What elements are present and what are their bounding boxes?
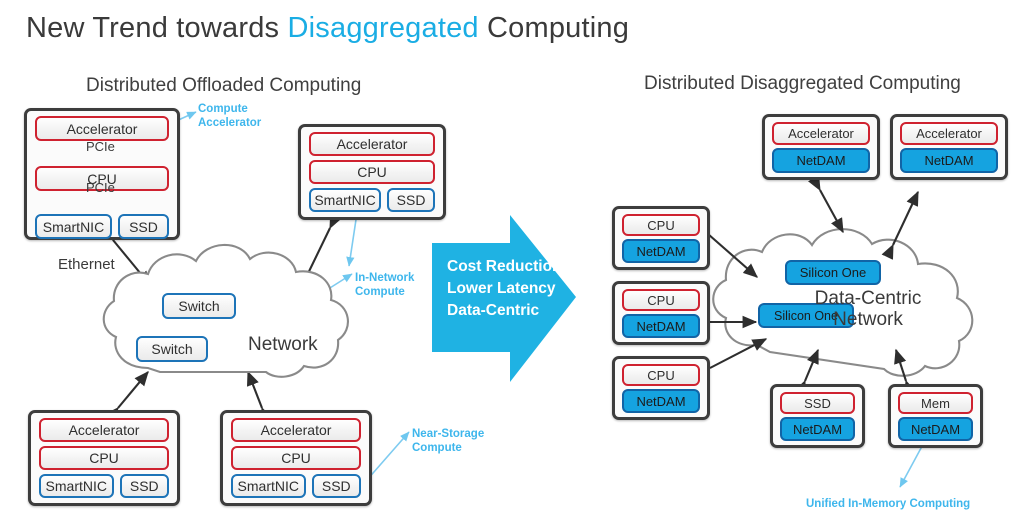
node-accelerator-netdam-1[interactable]: Accelerator NetDAM	[762, 114, 880, 180]
callout-near-storage-compute: Near-Storage Compute	[412, 428, 484, 455]
chip-netdam[interactable]: NetDAM	[772, 148, 870, 173]
chip-netdam[interactable]: NetDAM	[622, 314, 700, 338]
callout-line: Compute	[355, 285, 405, 298]
callout-line: In-Network	[355, 272, 415, 284]
chip-ssd[interactable]: SSD	[780, 392, 855, 414]
chip-netdam[interactable]: NetDAM	[622, 389, 700, 413]
ethernet-label: Ethernet	[58, 256, 115, 273]
cloud-label-line: Data-Centric	[814, 288, 922, 309]
chip-smartnic[interactable]: SmartNIC	[309, 188, 382, 212]
page-title-after: Computing	[478, 12, 630, 44]
callout-compute-accelerator: Compute Accelerator	[198, 103, 261, 130]
callout-line: Near-Storage	[412, 428, 485, 440]
chip-accelerator[interactable]: Accelerator	[309, 132, 435, 156]
chip-mem[interactable]: Mem	[898, 392, 973, 414]
page-title-before: New Trend towards	[26, 12, 288, 44]
node-ssd-netdam[interactable]: SSD NetDAM	[770, 384, 865, 448]
callout-line: Accelerator	[198, 116, 262, 129]
node-cpu-netdam-1[interactable]: CPU NetDAM	[612, 206, 710, 270]
chip-cpu[interactable]: CPU	[622, 214, 700, 236]
chip-netdam[interactable]: NetDAM	[780, 417, 855, 441]
arrow-text-line: Lower Latency	[447, 280, 556, 297]
silicon-one-box-1[interactable]: Silicon One	[785, 260, 881, 285]
chip-accelerator[interactable]: Accelerator	[900, 122, 998, 145]
callout-line: Compute	[198, 103, 248, 115]
cloud-label-line: Network	[833, 309, 903, 331]
callout-line: Compute	[412, 441, 462, 454]
diagram-canvas: New Trend towards Disaggregated Computin…	[0, 0, 1024, 517]
network-cloud-label: Network	[248, 334, 318, 355]
chip-accelerator[interactable]: Accelerator	[35, 116, 169, 141]
callout-in-network-compute: In-Network Compute	[355, 272, 414, 299]
arrow-text-line: Data-Centric	[447, 302, 540, 319]
left-panel-title: Distributed Offloaded Computing	[86, 75, 362, 96]
callout-unified-in-memory-computing: Unified In-Memory Computing	[806, 498, 971, 510]
right-network-links	[693, 175, 919, 396]
chip-smartnic[interactable]: SmartNIC	[231, 474, 306, 498]
chip-ssd[interactable]: SSD	[119, 474, 169, 498]
chip-accelerator[interactable]: Accelerator	[772, 122, 870, 145]
chip-cpu[interactable]: CPU	[39, 446, 169, 470]
pcie-label-1: PCIe	[86, 139, 115, 154]
node-cpu-netdam-3[interactable]: CPU NetDAM	[612, 356, 710, 420]
chip-smartnic[interactable]: SmartNIC	[39, 474, 114, 498]
node-accelerator-netdam-2[interactable]: Accelerator NetDAM	[890, 114, 1008, 180]
chip-accelerator[interactable]: Accelerator	[231, 418, 361, 442]
page-title-highlight: Disaggregated	[287, 12, 479, 44]
switch-box-2[interactable]: Switch	[136, 336, 208, 362]
node-bottom-left[interactable]: Accelerator CPU SmartNIC SSD	[28, 410, 180, 506]
chip-cpu[interactable]: CPU	[622, 289, 700, 311]
data-centric-network-label: Data-Centric Network	[815, 288, 922, 331]
transition-arrow-text: Cost Reduction Lower Latency Data-Centri…	[447, 256, 562, 322]
node-bottom-mid[interactable]: Accelerator CPU SmartNIC SSD	[220, 410, 372, 506]
switch-box-1[interactable]: Switch	[162, 293, 236, 319]
arrow-text-line: Cost Reduction	[447, 258, 562, 275]
chip-ssd[interactable]: SSD	[117, 214, 169, 239]
chip-smartnic[interactable]: SmartNIC	[35, 214, 112, 239]
chip-cpu[interactable]: CPU	[231, 446, 361, 470]
chip-netdam[interactable]: NetDAM	[622, 239, 700, 263]
node-cpu-netdam-2[interactable]: CPU NetDAM	[612, 281, 710, 345]
right-panel-title: Distributed Disaggregated Computing	[644, 73, 961, 94]
chip-cpu[interactable]: CPU	[622, 364, 700, 386]
node-top-left[interactable]: Accelerator CPU SmartNIC SSD	[24, 108, 180, 240]
chip-ssd[interactable]: SSD	[387, 188, 435, 212]
chip-cpu[interactable]: CPU	[309, 160, 435, 184]
chip-netdam[interactable]: NetDAM	[900, 148, 998, 173]
chip-netdam[interactable]: NetDAM	[898, 417, 973, 441]
page-title: New Trend towards Disaggregated Computin…	[26, 12, 629, 45]
chip-accelerator[interactable]: Accelerator	[39, 418, 169, 442]
node-top-mid[interactable]: Accelerator CPU SmartNIC SSD	[298, 124, 446, 220]
node-mem-netdam[interactable]: Mem NetDAM	[888, 384, 983, 448]
chip-ssd[interactable]: SSD	[311, 474, 361, 498]
pcie-label-2: PCIe	[86, 180, 115, 195]
